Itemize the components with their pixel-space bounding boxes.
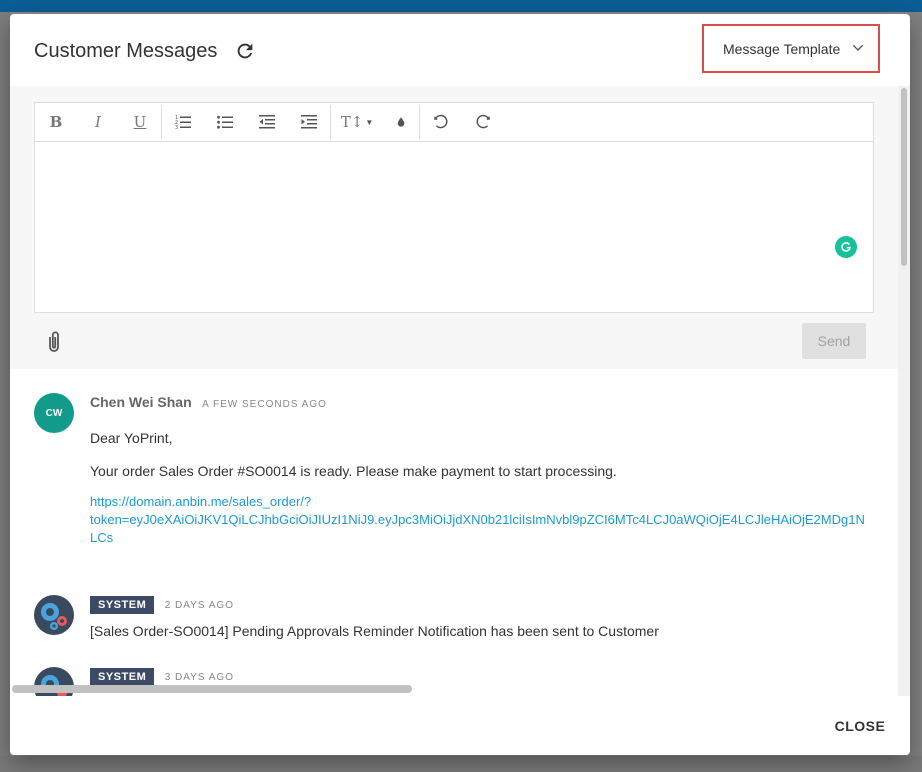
avatar: CW — [34, 393, 74, 433]
customer-messages-dialog: Customer Messages Message Template B I U… — [10, 14, 910, 755]
message-input[interactable] — [35, 143, 873, 313]
text-color-button[interactable] — [383, 103, 419, 142]
bold-icon: B — [49, 113, 63, 131]
message-link-line[interactable]: LCs — [90, 529, 898, 547]
background-page-left — [0, 12, 10, 772]
italic-button[interactable]: I — [77, 103, 119, 142]
message-composer: B I U 123 T↕ ▼ Send — [10, 86, 898, 369]
dialog-title: Customer Messages — [34, 40, 218, 62]
redo-button[interactable] — [462, 103, 504, 142]
message-text: Dear YoPrint, — [90, 430, 173, 446]
vertical-scrollbar-thumb[interactable] — [901, 88, 907, 266]
messages-scroll-area[interactable]: B I U 123 T↕ ▼ Send CW Chen Wei Shan A F… — [10, 86, 898, 696]
system-avatar — [34, 595, 74, 635]
ordered-list-icon: 123 — [175, 115, 191, 131]
message-template-label: Message Template — [723, 40, 841, 57]
attachment-icon[interactable] — [44, 330, 64, 354]
italic-icon: I — [95, 113, 101, 131]
droplet-icon — [397, 117, 405, 127]
bold-button[interactable]: B — [35, 103, 77, 142]
close-button[interactable]: CLOSE — [828, 712, 892, 740]
message-link-line[interactable]: token=eyJ0eXAiOiJKV1QiLCJhbGciOiJIUzI1Ni… — [90, 511, 898, 529]
underline-button[interactable]: U — [119, 103, 161, 142]
editor-toolbar: B I U 123 T↕ ▼ — [35, 103, 873, 142]
svg-text:3: 3 — [175, 125, 178, 131]
message-body: SYSTEM 3 DAYS AGO — [90, 667, 898, 686]
chevron-down-icon — [850, 40, 866, 56]
dialog-header: Customer Messages Message Template — [10, 14, 910, 86]
background-app-bar — [0, 0, 922, 12]
refresh-icon[interactable] — [234, 40, 256, 62]
message-text: Your order Sales Order #SO0014 is ready.… — [90, 463, 617, 479]
indent-button[interactable] — [288, 103, 330, 142]
system-badge: SYSTEM — [90, 596, 155, 614]
outdent-button[interactable] — [246, 103, 288, 142]
font-size-button[interactable]: T↕ ▼ — [331, 103, 383, 142]
horizontal-scrollbar-thumb[interactable] — [12, 685, 412, 693]
caret-down-icon: ▼ — [365, 117, 374, 127]
message-timestamp: 3 DAYS AGO — [164, 672, 234, 683]
send-button[interactable]: Send — [802, 323, 866, 359]
background-page-bottom — [0, 756, 922, 772]
message-text: [Sales Order-SO0014] Pending Approvals R… — [90, 623, 659, 639]
redo-icon — [476, 114, 490, 129]
gears-icon — [41, 603, 67, 630]
message-timestamp: 2 DAYS AGO — [164, 600, 234, 611]
system-badge: SYSTEM — [90, 668, 155, 686]
indent-icon — [301, 115, 317, 129]
undo-icon — [434, 114, 448, 129]
underline-icon: U — [133, 113, 147, 131]
font-size-icon: T↕ — [340, 113, 364, 131]
message-link-line[interactable]: https://domain.anbin.me/sales_order/? — [90, 493, 898, 511]
message-body: SYSTEM 2 DAYS AGO [Sales Order-SO0014] P… — [90, 595, 898, 639]
undo-button[interactable] — [420, 103, 462, 142]
message-author: Chen Wei Shan — [90, 394, 192, 410]
message-body: Chen Wei Shan A FEW SECONDS AGO Dear YoP… — [90, 393, 898, 547]
outdent-icon — [259, 115, 275, 129]
grammarly-icon[interactable] — [835, 236, 857, 258]
message-timestamp: A FEW SECONDS AGO — [202, 399, 327, 410]
rich-text-editor: B I U 123 T↕ ▼ — [34, 102, 874, 313]
message-template-button[interactable]: Message Template — [702, 24, 880, 73]
message-link[interactable]: https://domain.anbin.me/sales_order/? to… — [90, 493, 898, 547]
bullet-list-icon — [217, 115, 233, 129]
bullet-list-button[interactable] — [204, 103, 246, 142]
ordered-list-button[interactable]: 123 — [162, 103, 204, 142]
background-page-right — [908, 12, 922, 772]
